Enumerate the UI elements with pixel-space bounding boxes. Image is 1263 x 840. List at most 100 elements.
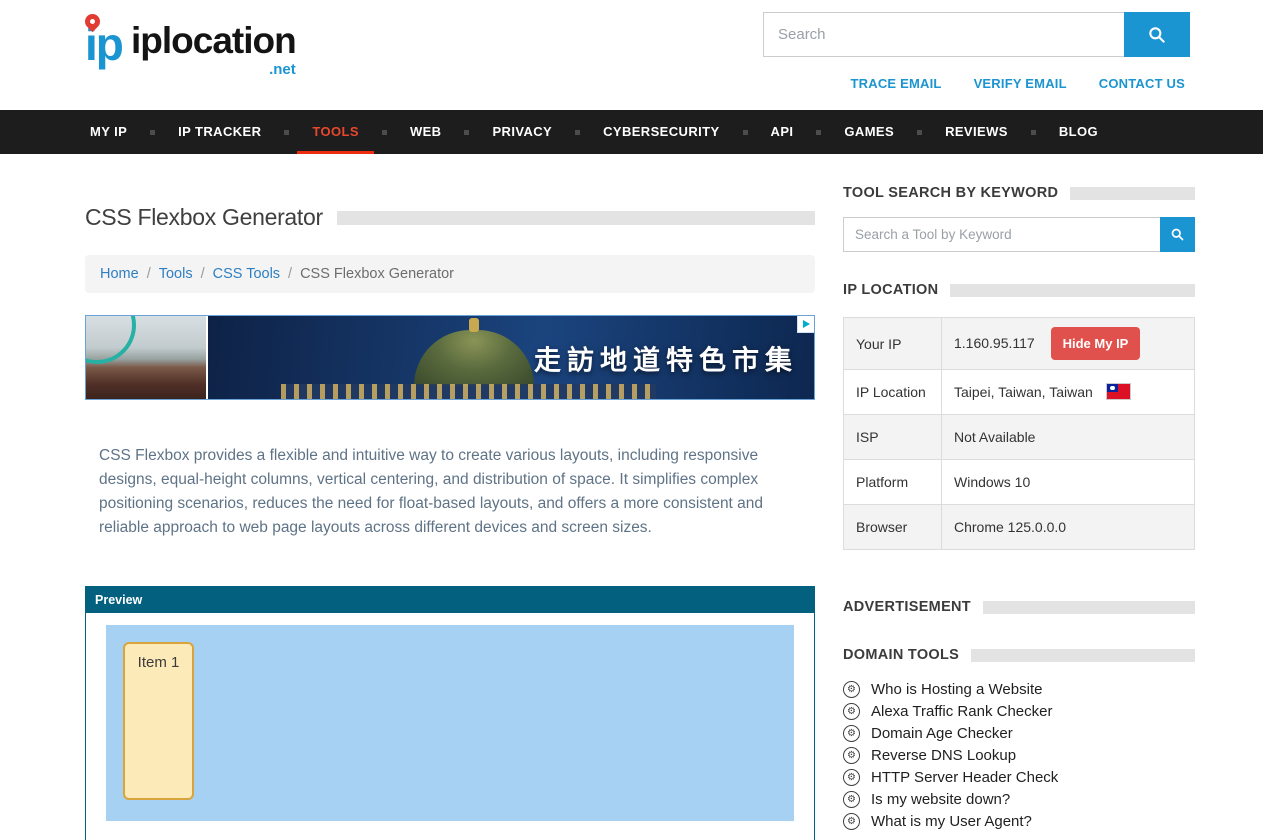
domain-tool-link[interactable]: Domain Age Checker: [871, 725, 1013, 742]
ad-banner[interactable]: 走訪地道特色市集: [85, 315, 815, 400]
gear-icon: ⚙: [843, 813, 860, 830]
title-row: CSS Flexbox Generator: [85, 204, 815, 231]
logo[interactable]: ip iplocation .net: [85, 10, 296, 78]
table-row-your-ip: Your IP 1.160.95.117 Hide My IP: [844, 318, 1195, 370]
domain-tool-link[interactable]: Alexa Traffic Rank Checker: [871, 703, 1052, 720]
preview-body: Item 1: [86, 613, 814, 840]
domain-tool-item: ⚙ HTTP Server Header Check: [843, 769, 1195, 786]
flex-container-demo: Item 1: [106, 625, 794, 821]
ad-main-graphic: 走訪地道特色市集: [208, 316, 814, 399]
domain-tool-item: ⚙ Is my website down?: [843, 791, 1195, 808]
link-verify-email[interactable]: VERIFY EMAIL: [974, 76, 1067, 91]
gear-icon: ⚙: [843, 725, 860, 742]
page: ip iplocation .net TRACE EMAIL VERIFY EM…: [0, 0, 1263, 840]
heading-label: TOOL SEARCH BY KEYWORD: [843, 185, 1058, 201]
tool-description: CSS Flexbox provides a flexible and intu…: [85, 444, 815, 540]
ip-location-table: Your IP 1.160.95.117 Hide My IP IP Locat…: [843, 317, 1195, 550]
breadcrumb-separator: /: [288, 266, 292, 282]
tool-search-heading: TOOL SEARCH BY KEYWORD: [843, 185, 1195, 201]
header-search: [763, 12, 1190, 57]
your-ip-value: 1.160.95.117: [954, 335, 1035, 351]
breadcrumb-css-tools[interactable]: CSS Tools: [213, 266, 280, 282]
domain-tool-link[interactable]: Reverse DNS Lookup: [871, 747, 1016, 764]
row-label: IP Location: [844, 370, 942, 415]
sidebar: TOOL SEARCH BY KEYWORD IP LOCATION Your …: [843, 154, 1195, 840]
table-row-browser: Browser Chrome 125.0.0.0: [844, 505, 1195, 550]
row-label: ISP: [844, 415, 942, 460]
ip-location-value: Taipei, Taiwan, Taiwan: [954, 384, 1093, 400]
table-row-isp: ISP Not Available: [844, 415, 1195, 460]
row-label: Platform: [844, 460, 942, 505]
nav-api[interactable]: API: [766, 110, 799, 154]
gear-icon: ⚙: [843, 791, 860, 808]
flex-item-label: Item 1: [138, 654, 180, 798]
preview-panel: Preview Item 1: [85, 586, 815, 840]
nav-separator: [917, 130, 922, 135]
breadcrumb: Home/Tools/CSS Tools/CSS Flexbox Generat…: [85, 255, 815, 293]
row-label: Browser: [844, 505, 942, 550]
table-row-platform: Platform Windows 10: [844, 460, 1195, 505]
logo-tld: .net: [269, 61, 296, 78]
logo-text: iplocation .net: [131, 10, 296, 78]
search-icon: [1170, 227, 1185, 242]
ad-building-graphic: [414, 330, 534, 386]
heading-bar: [1070, 187, 1195, 200]
nav-separator: [575, 130, 580, 135]
nav-blog[interactable]: BLOG: [1054, 110, 1103, 154]
title-decoration-bar: [337, 211, 815, 225]
link-contact-us[interactable]: CONTACT US: [1099, 76, 1185, 91]
domain-tool-item: ⚙ What is my User Agent?: [843, 813, 1195, 830]
ad-headline: 走訪地道特色市集: [534, 338, 798, 377]
breadcrumb-tools[interactable]: Tools: [159, 266, 193, 282]
platform-value: Windows 10: [942, 460, 1195, 505]
domain-tool-item: ⚙ Reverse DNS Lookup: [843, 747, 1195, 764]
tool-search-input[interactable]: [843, 217, 1160, 252]
domain-tool-link[interactable]: Is my website down?: [871, 791, 1010, 808]
domain-tool-link[interactable]: HTTP Server Header Check: [871, 769, 1058, 786]
nav-reviews[interactable]: REVIEWS: [940, 110, 1013, 154]
site-header: ip iplocation .net TRACE EMAIL VERIFY EM…: [0, 0, 1263, 110]
hide-my-ip-button[interactable]: Hide My IP: [1051, 327, 1141, 360]
advertisement-heading: ADVERTISEMENT: [843, 599, 1195, 615]
nav-separator: [743, 130, 748, 135]
ad-choices-icon[interactable]: [797, 316, 814, 333]
domain-tools-heading: DOMAIN TOOLS: [843, 647, 1195, 663]
nav-separator: [382, 130, 387, 135]
domain-tool-link[interactable]: Who is Hosting a Website: [871, 681, 1042, 698]
nav-tools[interactable]: TOOLS: [307, 110, 364, 154]
heading-label: ADVERTISEMENT: [843, 599, 971, 615]
ad-building-base-graphic: [281, 384, 657, 399]
header-links: TRACE EMAIL VERIFY EMAIL CONTACT US: [851, 76, 1185, 91]
preview-header: Preview: [86, 587, 814, 613]
gear-icon: ⚙: [843, 769, 860, 786]
nav-web[interactable]: WEB: [405, 110, 447, 154]
gear-icon: ⚙: [843, 703, 860, 720]
nav-separator: [284, 130, 289, 135]
logo-icon: ip: [85, 10, 135, 78]
domain-tool-item: ⚙ Domain Age Checker: [843, 725, 1195, 742]
tool-search: [843, 217, 1195, 252]
heading-label: IP LOCATION: [843, 282, 938, 298]
search-input[interactable]: [763, 12, 1124, 57]
link-trace-email[interactable]: TRACE EMAIL: [851, 76, 942, 91]
logo-brand: iplocation: [131, 20, 296, 61]
domain-tool-link[interactable]: What is my User Agent?: [871, 813, 1032, 830]
nav-ip-tracker[interactable]: IP TRACKER: [173, 110, 266, 154]
search-button[interactable]: [1124, 12, 1190, 57]
nav-separator: [816, 130, 821, 135]
heading-bar: [971, 649, 1195, 662]
table-row-ip-location: IP Location Taipei, Taiwan, Taiwan: [844, 370, 1195, 415]
nav-my-ip[interactable]: MY IP: [85, 110, 132, 154]
heading-bar: [950, 284, 1195, 297]
heading-bar: [983, 601, 1195, 614]
nav-separator: [150, 130, 155, 135]
nav-separator: [464, 130, 469, 135]
flex-item-demo[interactable]: Item 1: [123, 642, 194, 800]
breadcrumb-home[interactable]: Home: [100, 266, 139, 282]
domain-tool-item: ⚙ Who is Hosting a Website: [843, 681, 1195, 698]
tool-search-button[interactable]: [1160, 217, 1195, 252]
nav-privacy[interactable]: PRIVACY: [487, 110, 557, 154]
nav-cybersecurity[interactable]: CYBERSECURITY: [598, 110, 724, 154]
heading-label: DOMAIN TOOLS: [843, 647, 959, 663]
nav-games[interactable]: GAMES: [839, 110, 899, 154]
